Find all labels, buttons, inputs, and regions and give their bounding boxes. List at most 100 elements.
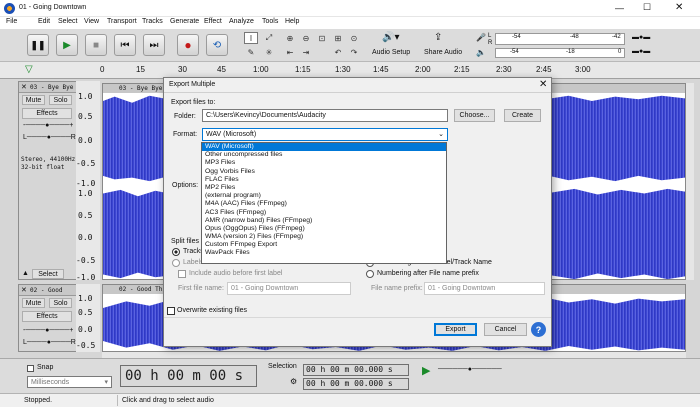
ruler-tick: 3:00 (575, 65, 591, 74)
play-at-speed-icon[interactable]: ▶ (422, 364, 430, 377)
stop-button[interactable]: ■ (85, 34, 107, 56)
format-option[interactable]: WavPack Files (202, 249, 446, 257)
envelope-tool-icon[interactable]: ⤢ (262, 32, 276, 44)
mixer-slider-icon[interactable]: ▬●▬ (632, 34, 650, 41)
mute-button[interactable]: Mute (22, 95, 45, 105)
track-name[interactable]: 02 - Good (30, 287, 63, 294)
time-display[interactable]: 00 h 00 m 00 s (120, 365, 257, 387)
record-button[interactable]: ● (177, 34, 199, 56)
menu-help[interactable]: Help (285, 18, 299, 25)
silence-icon[interactable]: ⇥ (299, 46, 313, 58)
collapse-icon[interactable]: ▲ (22, 270, 29, 277)
fit-project-icon[interactable]: ⊞ (331, 32, 345, 44)
labels-radio[interactable] (172, 259, 180, 267)
menu-transport[interactable]: Transport (107, 18, 137, 25)
close-track-icon[interactable]: ✕ (21, 83, 27, 91)
skip-end-button[interactable]: ⏭ (143, 34, 165, 56)
snap-checkbox[interactable] (27, 365, 34, 372)
skip-start-button[interactable]: ⏮ (114, 34, 136, 56)
effects-button[interactable]: Effects (22, 311, 72, 322)
menu-generate[interactable]: Generate (170, 18, 199, 25)
selection-end[interactable]: 00 h 00 m 00.000 s (303, 378, 409, 390)
mute-button[interactable]: Mute (22, 298, 45, 308)
first-file-name-input[interactable]: 01 - Going Downtown (227, 282, 351, 295)
zoom-out-icon[interactable]: ⊖ (299, 32, 313, 44)
fit-selection-icon[interactable]: ⊡ (315, 32, 329, 44)
speed-slider-icon[interactable]: ──────●────── (438, 366, 502, 373)
overwrite-checkbox[interactable] (167, 307, 175, 315)
close-track-icon[interactable]: ✕ (21, 286, 27, 294)
format-option[interactable]: WAV (Microsoft) (202, 143, 446, 152)
selection-start[interactable]: 00 h 00 m 00.000 s (303, 364, 409, 376)
menu-effect[interactable]: Effect (204, 18, 222, 25)
play-button[interactable]: ▶ (56, 34, 78, 56)
maximize-icon[interactable]: ☐ (643, 2, 651, 13)
format-option[interactable]: Opus (OggOpus) Files (FFmpeg) (202, 225, 446, 233)
loop-button[interactable]: ⟲ (206, 34, 228, 56)
selection-tool-icon[interactable]: I (244, 32, 258, 44)
close-icon[interactable]: ✕ (675, 2, 683, 13)
selection-mode-icon[interactable]: ⚙ (290, 377, 297, 386)
include-audio-checkbox[interactable] (178, 270, 186, 278)
redo-icon[interactable]: ↷ (347, 46, 361, 58)
format-option[interactable]: MP3 Files (202, 159, 446, 167)
format-option[interactable]: FLAC Files (202, 176, 446, 184)
ruler-tick: 0 (100, 65, 105, 74)
format-select[interactable]: WAV (Microsoft) ⌄ (202, 128, 448, 141)
menu-view[interactable]: View (84, 18, 99, 25)
numbering-after-radio[interactable] (366, 270, 374, 278)
menu-select[interactable]: Select (58, 18, 77, 25)
format-dropdown-list[interactable]: WAV (Microsoft) Other uncompressed files… (201, 142, 447, 264)
pause-button[interactable]: ❚❚ (27, 34, 49, 56)
format-select-value: WAV (Microsoft) (206, 131, 257, 138)
format-option[interactable]: AMR (narrow band) Files (FFmpeg) (202, 217, 446, 225)
minimize-icon[interactable]: — (615, 3, 624, 13)
solo-button[interactable]: Solo (49, 298, 72, 308)
multi-tool-icon[interactable]: ✳ (262, 46, 276, 58)
zoom-toggle-icon[interactable]: ⊙ (347, 32, 361, 44)
format-option[interactable]: M4A (AAC) Files (FFmpeg) (202, 200, 446, 208)
effects-button[interactable]: Effects (22, 108, 72, 119)
share-audio-icon[interactable]: ⇪ (434, 32, 442, 43)
create-button[interactable]: Create (504, 109, 541, 122)
undo-icon[interactable]: ↶ (331, 46, 345, 58)
cancel-button[interactable]: Cancel (484, 323, 527, 336)
solo-button[interactable]: Solo (49, 95, 72, 105)
format-option[interactable]: Other uncompressed files (202, 151, 446, 159)
select-button[interactable]: Select (32, 269, 64, 279)
tracks-radio[interactable] (172, 248, 180, 256)
track-scrollbar[interactable] (686, 83, 694, 280)
pin-icon[interactable]: ▽ (25, 64, 33, 75)
format-option[interactable]: MP2 Files (202, 184, 446, 192)
gain-slider-icon[interactable]: -────●────+ (23, 327, 73, 334)
format-option[interactable]: Ogg Vorbis Files (202, 168, 446, 176)
menu-edit[interactable]: Edit (38, 18, 50, 25)
help-button[interactable]: ? (531, 322, 546, 337)
audio-setup-icon[interactable]: 🔊▾ (382, 32, 399, 43)
format-option[interactable]: AC3 Files (FFmpeg) (202, 209, 446, 217)
help-icon: ? (535, 324, 542, 335)
format-option[interactable]: Custom FFmpeg Export (202, 241, 446, 249)
trim-icon[interactable]: ⇤ (283, 46, 297, 58)
pan-slider-icon[interactable]: L────●────R (23, 134, 76, 141)
close-icon[interactable]: ✕ (539, 79, 547, 90)
audio-setup-label[interactable]: Audio Setup (372, 49, 410, 56)
menu-file[interactable]: File (6, 18, 17, 25)
format-option[interactable]: WMA (version 2) Files (FFmpeg) (202, 233, 446, 241)
menu-tools[interactable]: Tools (262, 18, 278, 25)
zoom-in-icon[interactable]: ⊕ (283, 32, 297, 44)
pan-slider-icon[interactable]: L────●────R (23, 339, 76, 346)
choose-button[interactable]: Choose... (454, 109, 495, 122)
mixer-slider-icon[interactable]: ▬●▬ (632, 48, 650, 55)
scale-label: -0.5 (76, 159, 96, 168)
gain-slider-icon[interactable]: -────●────+ (23, 122, 73, 129)
menu-analyze[interactable]: Analyze (229, 18, 254, 25)
format-option[interactable]: (external program) (202, 192, 446, 200)
file-name-prefix-input[interactable]: 01 - Going Downtown (424, 282, 545, 295)
export-button[interactable]: Export (434, 323, 477, 336)
share-audio-label[interactable]: Share Audio (424, 49, 462, 56)
folder-input[interactable]: C:\Users\Kevincy\Documents\Audacity (202, 109, 448, 122)
menu-tracks[interactable]: Tracks (142, 18, 163, 25)
draw-tool-icon[interactable]: ✎ (244, 46, 258, 58)
snap-units-select[interactable]: Milliseconds ▾ (27, 376, 112, 388)
